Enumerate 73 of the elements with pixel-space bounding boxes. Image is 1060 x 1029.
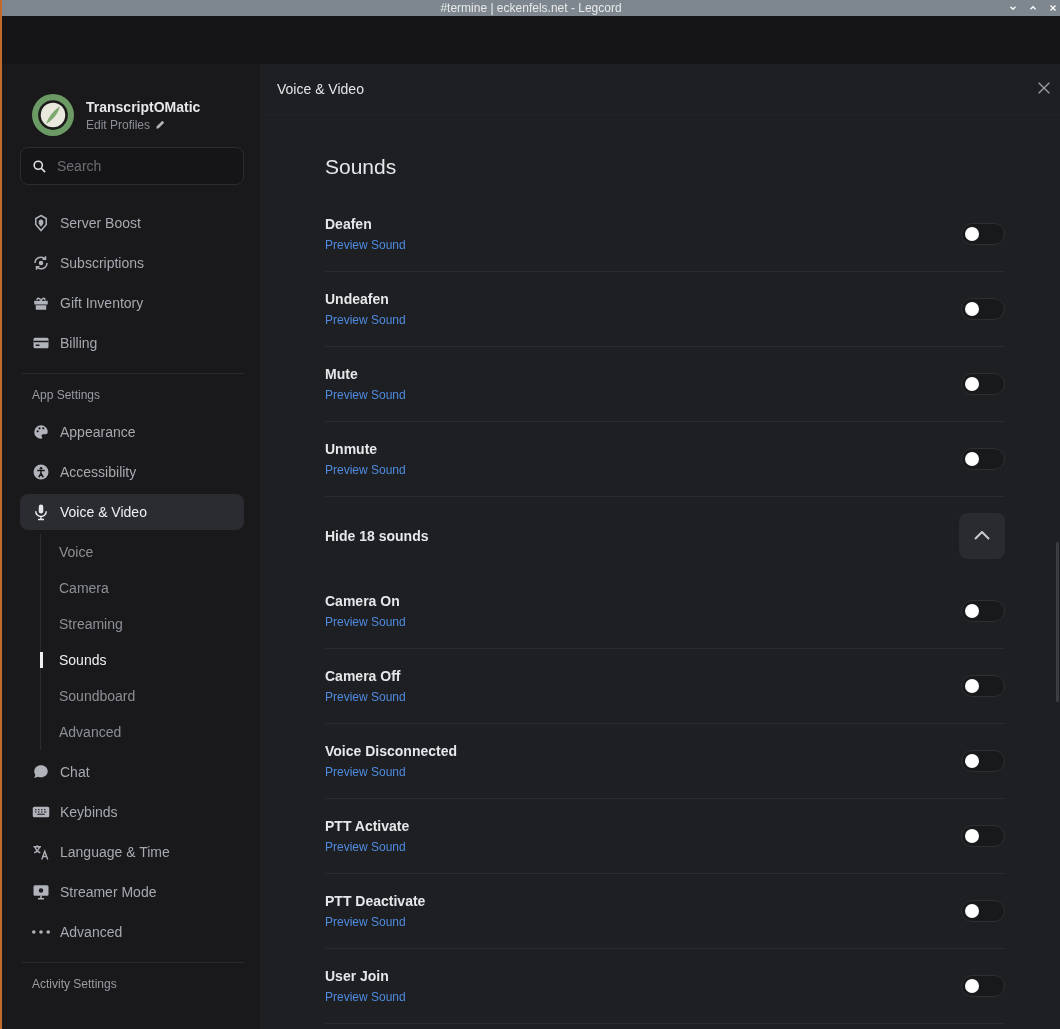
- pencil-icon[interactable]: [155, 119, 167, 130]
- toggle-switch[interactable]: [961, 448, 1005, 470]
- sidebar-item[interactable]: Subscriptions: [20, 245, 244, 281]
- sidebar-item[interactable]: Appearance: [20, 414, 244, 450]
- toggle-switch[interactable]: [961, 298, 1005, 320]
- preview-sound-link[interactable]: Preview Sound: [325, 614, 406, 629]
- preview-sound-link[interactable]: Preview Sound: [325, 237, 406, 252]
- sidebar-item[interactable]: Voice & Video: [20, 494, 244, 530]
- search-field[interactable]: Search: [20, 147, 244, 185]
- sound-name: Camera Off: [325, 667, 402, 684]
- sidebar-item[interactable]: Streamer Mode: [20, 874, 244, 910]
- sidebar-item[interactable]: Billing: [20, 325, 244, 361]
- preview-sound-link[interactable]: Preview Sound: [325, 689, 406, 704]
- translate-icon: [32, 843, 50, 861]
- toggle-switch[interactable]: [961, 600, 1005, 622]
- sound-name: PTT Deactivate: [325, 892, 426, 909]
- close-icon[interactable]: [1048, 3, 1058, 13]
- sidebar-item[interactable]: Chat: [20, 754, 244, 790]
- sidebar-subitem[interactable]: Streaming: [41, 606, 260, 642]
- toggle-switch[interactable]: [961, 900, 1005, 922]
- toggle-switch[interactable]: [961, 750, 1005, 772]
- sound-name: Deafen: [325, 215, 373, 232]
- preview-sound-link[interactable]: Preview Sound: [325, 387, 406, 402]
- toggle-switch[interactable]: [961, 223, 1005, 245]
- section-heading: Activity Settings: [31, 976, 118, 993]
- collapse-label: Hide 18 sounds: [325, 527, 429, 544]
- preview-sound-link[interactable]: Preview Sound: [325, 839, 406, 854]
- sound-name: Voice Disconnected: [325, 742, 457, 759]
- sound-name: Unmute: [325, 440, 379, 457]
- section-heading: App Settings: [31, 387, 102, 404]
- page-header: Voice & Video: [277, 81, 364, 97]
- sound-name: PTT Activate: [325, 817, 410, 834]
- gift-icon: [32, 294, 50, 312]
- toggle-switch[interactable]: [961, 975, 1005, 997]
- sidebar-item[interactable]: Server Boost: [20, 205, 244, 241]
- sidebar-item[interactable]: Language & Time: [20, 834, 244, 870]
- preview-sound-link[interactable]: Preview Sound: [325, 989, 406, 1004]
- sound-name: Camera On: [325, 592, 401, 609]
- toggle-switch[interactable]: [961, 825, 1005, 847]
- sidebar-subitem[interactable]: Voice: [41, 534, 260, 570]
- sidebar-subitem[interactable]: Camera: [41, 570, 260, 606]
- collapse-button[interactable]: [959, 512, 1005, 559]
- more-icon: [32, 930, 50, 934]
- sidebar-item[interactable]: Gift Inventory: [20, 285, 244, 321]
- toggle-switch[interactable]: [961, 373, 1005, 395]
- chevron-icon: [974, 531, 990, 540]
- avatar[interactable]: [32, 94, 74, 136]
- sidebar-subitem[interactable]: Sounds: [41, 642, 260, 678]
- sound-name: User Join: [325, 967, 390, 984]
- username: TranscriptOMatic: [86, 98, 201, 115]
- chat-bubble-icon: [32, 763, 50, 781]
- accessibility-icon: [32, 463, 50, 481]
- edit-profiles-link[interactable]: Edit Profiles: [86, 117, 151, 132]
- sidebar-item[interactable]: Advanced: [20, 914, 244, 950]
- microphone-icon: [32, 503, 50, 521]
- sidebar-item[interactable]: Keybinds: [20, 794, 244, 830]
- preview-sound-link[interactable]: Preview Sound: [325, 462, 406, 477]
- monitor-icon: [32, 883, 50, 901]
- toggle-switch[interactable]: [961, 675, 1005, 697]
- sidebar-subitem[interactable]: Advanced: [41, 714, 260, 750]
- sidebar-subitem[interactable]: Soundboard: [41, 678, 260, 714]
- sound-name: Undeafen: [325, 290, 390, 307]
- preview-sound-link[interactable]: Preview Sound: [325, 914, 406, 929]
- preview-sound-link[interactable]: Preview Sound: [325, 764, 406, 779]
- sound-name: Mute: [325, 365, 359, 382]
- shield-icon: [32, 214, 50, 232]
- scrollbar[interactable]: [1056, 542, 1059, 702]
- section-title: Sounds: [325, 154, 398, 180]
- window-title: #termine | eckenfels.net - Legcord: [440, 1, 622, 15]
- palette-icon: [32, 423, 50, 441]
- sidebar-item[interactable]: Accessibility: [20, 454, 244, 490]
- close-icon[interactable]: [1036, 80, 1052, 96]
- preview-sound-link[interactable]: Preview Sound: [325, 312, 406, 327]
